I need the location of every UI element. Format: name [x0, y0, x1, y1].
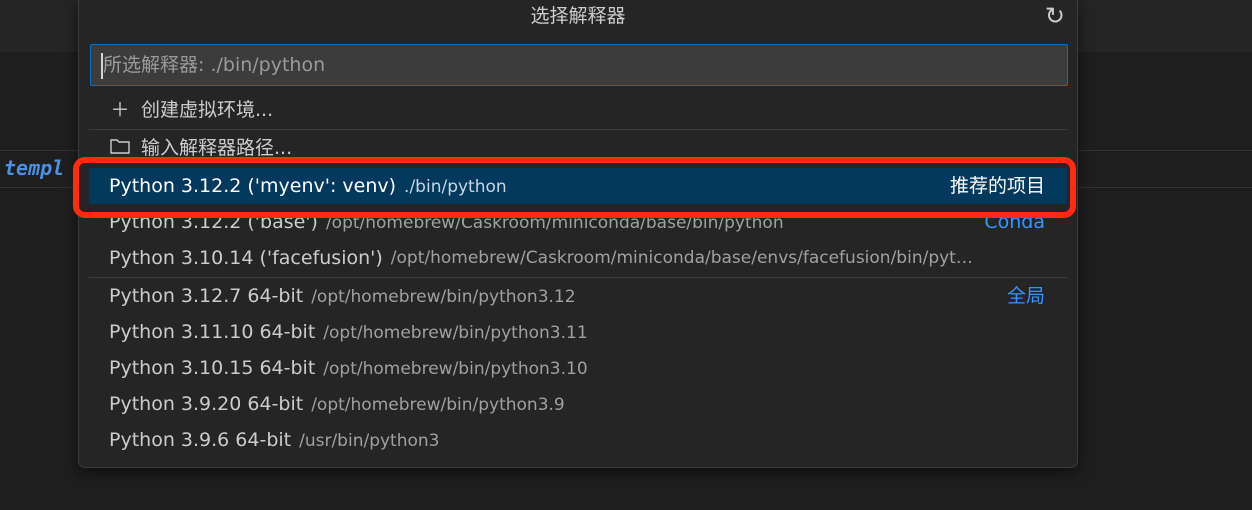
- interpreter-name: Python 3.12.2 ('myenv': venv): [109, 175, 397, 197]
- interpreter-path: /opt/homebrew/Caskroom/miniconda/base/en…: [390, 248, 973, 268]
- interpreter-item-python3-10[interactable]: Python 3.10.15 64-bit/opt/homebrew/bin/p…: [89, 350, 1067, 386]
- interpreter-name: Python 3.12.7 64-bit: [109, 285, 304, 307]
- conda-group-label: Conda: [984, 211, 1045, 233]
- interpreter-item-facefusion[interactable]: Python 3.10.14 ('facefusion') /opt/homebr…: [89, 240, 1067, 276]
- interpreter-search-input[interactable]: [90, 44, 1068, 86]
- enter-interpreter-path-action[interactable]: 输入解释器路径...: [89, 130, 1067, 166]
- interpreter-item-myenv[interactable]: Python 3.12.2 ('myenv': venv) ./bin/pytho…: [89, 168, 1067, 204]
- interpreter-path: ./bin/python: [404, 177, 507, 197]
- interpreter-name: Python 3.9.20 64-bit: [109, 393, 304, 415]
- recommended-badge: 推荐的项目: [949, 175, 1045, 197]
- interpreter-name: Python 3.12.2 ('base'): [109, 211, 318, 233]
- interpreter-path: /opt/homebrew/Caskroom/miniconda/base/bi…: [325, 213, 784, 233]
- plus-icon: ＋: [110, 99, 130, 121]
- interpreter-item-conda-base[interactable]: Python 3.12.2 ('base') /opt/homebrew/Cask…: [89, 204, 1067, 240]
- interpreter-item-python3-9-20[interactable]: Python 3.9.20 64-bit/opt/homebrew/bin/py…: [89, 386, 1067, 422]
- interpreter-path: /opt/homebrew/bin/python3.12: [311, 287, 576, 307]
- refresh-icon[interactable]: ↻: [1045, 2, 1065, 30]
- text-caret: [101, 53, 103, 79]
- interpreter-path: /opt/homebrew/bin/python3.10: [323, 359, 588, 379]
- quick-pick-title: 选择解释器: [530, 5, 626, 27]
- interpreter-quick-pick: 选择解释器 ↻ ＋ 创建虚拟环境... 输入解释器路径... Python 3.1…: [78, 0, 1078, 468]
- interpreter-name: Python 3.9.6 64-bit: [109, 429, 292, 451]
- enter-path-label: 输入解释器路径...: [141, 137, 293, 159]
- interpreter-path: /opt/homebrew/bin/python3.9: [311, 395, 565, 415]
- interpreter-name: Python 3.10.15 64-bit: [109, 357, 316, 379]
- interpreter-item-python3-9-6[interactable]: Python 3.9.6 64-bit/usr/bin/python3: [89, 422, 1067, 458]
- interpreter-path: /opt/homebrew/bin/python3.11: [323, 323, 588, 343]
- interpreter-item-python3-11[interactable]: Python 3.11.10 64-bit/opt/homebrew/bin/p…: [89, 314, 1067, 350]
- create-venv-label: 创建虚拟环境...: [141, 99, 274, 121]
- create-venv-action[interactable]: ＋ 创建虚拟环境...: [89, 92, 1067, 128]
- editor-code-fragment: templ: [4, 156, 65, 180]
- global-group-label: 全局: [1006, 285, 1045, 307]
- interpreter-name: Python 3.11.10 64-bit: [109, 321, 316, 343]
- interpreter-item-python3-12[interactable]: Python 3.12.7 64-bit/opt/homebrew/bin/py…: [89, 278, 1067, 314]
- interpreter-path: /usr/bin/python3: [299, 431, 440, 451]
- folder-icon: [109, 130, 131, 166]
- interpreter-name: Python 3.10.14 ('facefusion'): [109, 247, 383, 269]
